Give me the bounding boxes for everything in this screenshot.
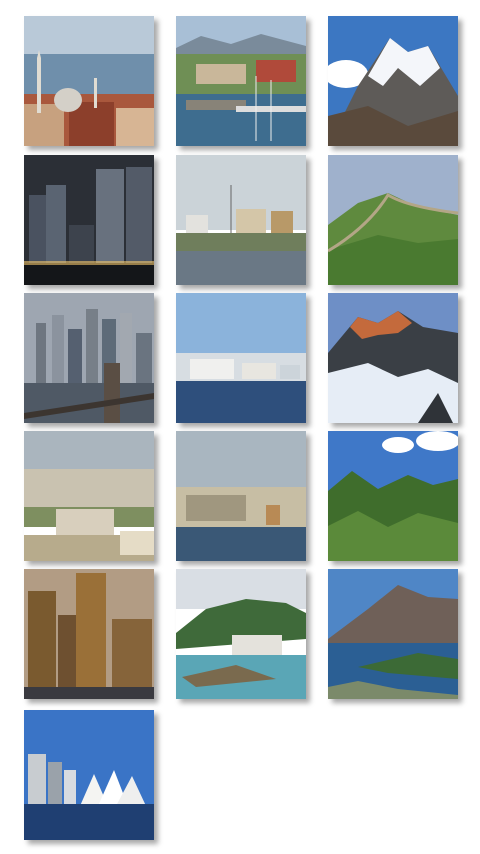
gallery-thumbnail-istanbul[interactable] (24, 16, 154, 146)
gallery-thumbnail-paris-cityscape[interactable] (24, 431, 154, 561)
gallery-thumbnail-waterfront-houses[interactable] (176, 293, 306, 423)
gallery-thumbnail-coastal-town[interactable] (176, 155, 306, 285)
photo-gallery-grid (0, 0, 480, 854)
gallery-thumbnail-coastal-fortress[interactable] (176, 431, 306, 561)
gallery-thumbnail-sydney-opera-house[interactable] (24, 710, 154, 840)
gallery-thumbnail-harbor-town[interactable] (176, 16, 306, 146)
gallery-thumbnail-green-mountains[interactable] (328, 431, 458, 561)
gallery-thumbnail-tropical-bay[interactable] (176, 569, 306, 699)
gallery-thumbnail-city-skyline-bridge[interactable] (24, 293, 154, 423)
gallery-thumbnail-golden-towers[interactable] (24, 569, 154, 699)
gallery-thumbnail-alpine-peaks[interactable] (328, 293, 458, 423)
gallery-thumbnail-lake-mountain[interactable] (328, 569, 458, 699)
gallery-thumbnail-snowy-mountain[interactable] (328, 16, 458, 146)
gallery-thumbnail-night-skyscrapers[interactable] (24, 155, 154, 285)
gallery-thumbnail-great-wall[interactable] (328, 155, 458, 285)
